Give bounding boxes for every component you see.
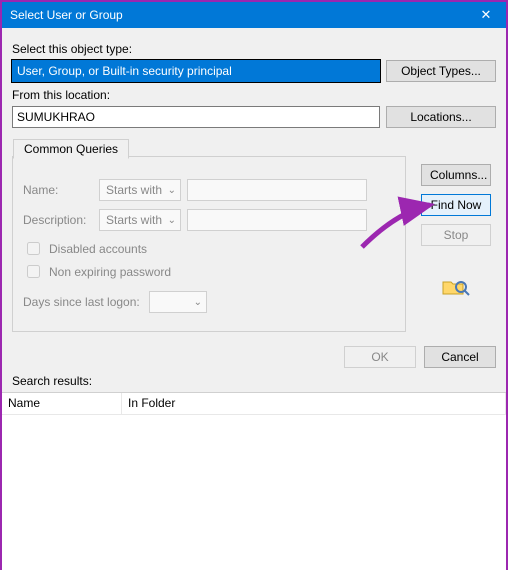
common-queries-group: Common Queries Name: Starts with ⌄ Descr… — [12, 156, 406, 332]
results-list[interactable]: Name In Folder — [2, 392, 506, 574]
stop-button[interactable]: Stop — [421, 224, 491, 246]
search-results-label: Search results: — [2, 374, 506, 392]
column-name[interactable]: Name — [2, 393, 122, 414]
non-expiring-checkbox[interactable] — [27, 265, 40, 278]
columns-button[interactable]: Columns... — [421, 164, 491, 186]
titlebar: Select User or Group ✕ — [2, 2, 506, 28]
description-mode-value: Starts with — [106, 213, 162, 227]
cancel-button[interactable]: Cancel — [424, 346, 496, 368]
object-type-input[interactable] — [12, 60, 380, 82]
ok-button[interactable]: OK — [344, 346, 416, 368]
chevron-down-icon: ⌄ — [168, 185, 176, 196]
find-now-button[interactable]: Find Now — [421, 194, 491, 216]
disabled-accounts-checkbox[interactable] — [27, 242, 40, 255]
description-mode-combo[interactable]: Starts with ⌄ — [99, 209, 181, 231]
column-in-folder[interactable]: In Folder — [122, 393, 506, 414]
locations-button[interactable]: Locations... — [386, 106, 496, 128]
object-types-button[interactable]: Object Types... — [386, 60, 496, 82]
object-type-label: Select this object type: — [12, 42, 496, 56]
name-label: Name: — [23, 183, 93, 197]
results-header: Name In Folder — [2, 393, 506, 415]
days-label: Days since last logon: — [23, 295, 143, 309]
name-mode-combo[interactable]: Starts with ⌄ — [99, 179, 181, 201]
description-label: Description: — [23, 213, 93, 227]
chevron-down-icon: ⌄ — [168, 215, 176, 226]
close-icon: ✕ — [481, 7, 492, 23]
location-input[interactable] — [12, 106, 380, 128]
location-label: From this location: — [12, 88, 496, 102]
tab-common-queries[interactable]: Common Queries — [13, 139, 129, 159]
close-button[interactable]: ✕ — [466, 2, 506, 28]
search-folder-icon — [441, 274, 471, 298]
non-expiring-label: Non expiring password — [49, 265, 171, 279]
days-combo[interactable]: ⌄ — [149, 291, 207, 313]
name-mode-value: Starts with — [106, 183, 162, 197]
chevron-down-icon: ⌄ — [194, 297, 202, 308]
description-input[interactable] — [187, 209, 367, 231]
name-input[interactable] — [187, 179, 367, 201]
disabled-accounts-label: Disabled accounts — [49, 242, 147, 256]
window-title: Select User or Group — [10, 8, 123, 22]
